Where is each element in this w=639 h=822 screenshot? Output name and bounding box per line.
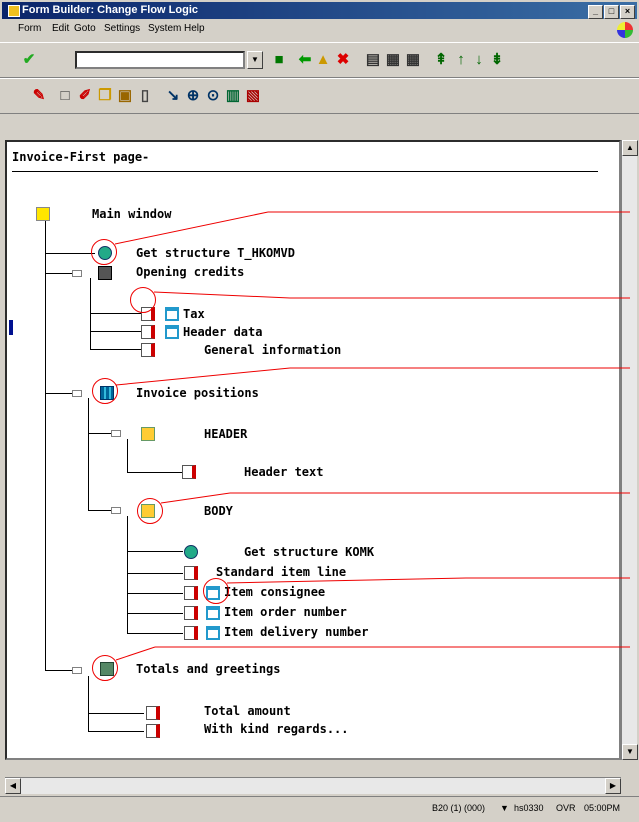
leader-line <box>114 211 269 245</box>
sap-window: Form Builder: Change Flow Logic _ □ × Fo… <box>0 0 639 822</box>
status-server: hs0330 <box>514 803 544 813</box>
leader-line <box>160 492 231 504</box>
annotation-leaders <box>114 211 630 661</box>
status-time: 05:00PM <box>584 803 621 813</box>
leader-line <box>115 646 156 661</box>
leader-line <box>226 577 467 584</box>
status-system: B20 (1) (000) <box>432 803 486 813</box>
status-mode: OVR <box>556 803 576 813</box>
leader-line <box>115 367 291 386</box>
status-system-dropdown-icon[interactable]: ▼ <box>500 803 509 813</box>
status-bar: B20 (1) (000) ▼ hs0330 OVR 05:00PM <box>0 796 639 821</box>
leader-line <box>153 291 291 299</box>
